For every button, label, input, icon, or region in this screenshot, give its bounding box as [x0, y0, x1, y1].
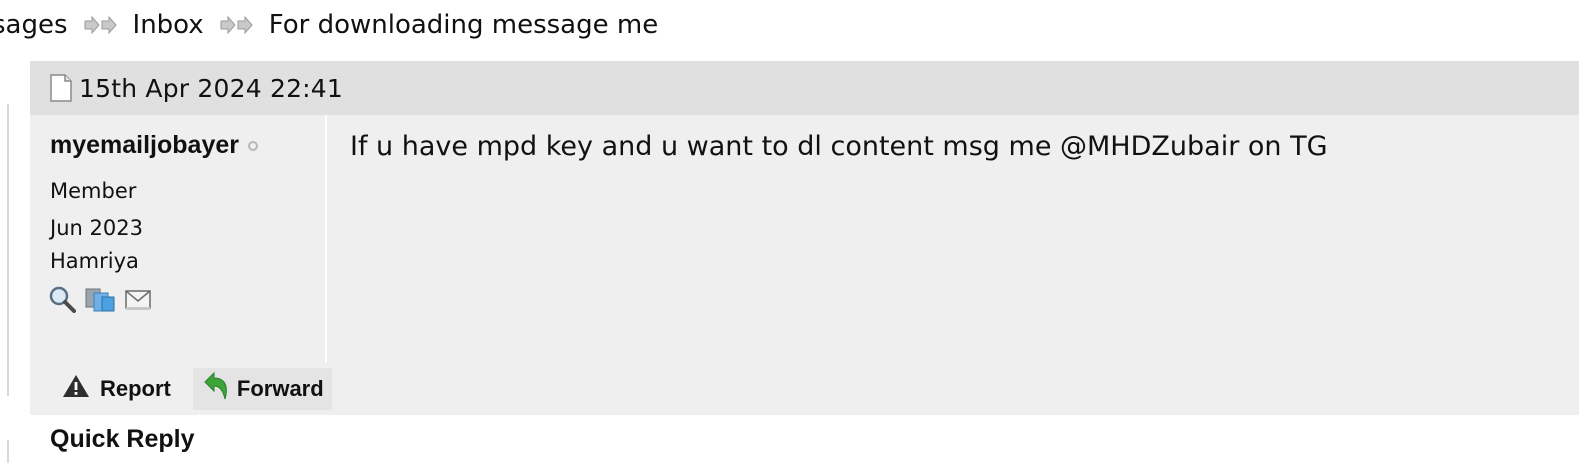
breadcrumb-item-current: For downloading message me: [268, 10, 659, 40]
user-location: Hamriya: [50, 249, 139, 273]
user-title: Member: [50, 179, 137, 203]
message-header: 15th Apr 2024 22:41: [30, 61, 1579, 115]
offline-status-icon: [248, 140, 258, 151]
message-actions: Report Forward: [30, 363, 332, 415]
user-action-icons: [48, 285, 152, 317]
quick-reply-heading: Quick Reply: [50, 425, 195, 453]
forward-button[interactable]: Forward: [192, 368, 332, 410]
user-info: myemailjobayer Member Jun 2023 Hamriya: [30, 115, 327, 363]
envelope-icon[interactable]: [124, 285, 152, 317]
users-icon[interactable]: [84, 285, 116, 317]
warning-icon: [62, 374, 90, 404]
report-button[interactable]: Report: [54, 368, 179, 410]
document-icon: [49, 74, 73, 102]
breadcrumb-item-inbox[interactable]: Inbox: [133, 10, 204, 40]
username-row: myemailjobayer: [50, 131, 258, 160]
forward-label: Forward: [236, 376, 324, 401]
breadcrumb-separator-icon: [220, 16, 253, 34]
sidebar-edge: [0, 104, 9, 396]
breadcrumb-separator-icon: [84, 16, 117, 34]
message-panel: 15th Apr 2024 22:41 myemailjobayer Membe…: [30, 61, 1579, 415]
username-link[interactable]: myemailjobayer: [50, 131, 239, 160]
breadcrumb: sages Inbox For downloading message me: [0, 6, 658, 44]
user-join-date: Jun 2023: [50, 216, 143, 240]
report-label: Report: [100, 376, 171, 401]
forward-arrow-icon: [201, 370, 233, 408]
message-body: If u have mpd key and u want to dl conte…: [350, 131, 1328, 162]
sidebar-edge: [0, 440, 9, 463]
message-date: 15th Apr 2024 22:41: [79, 73, 344, 103]
breadcrumb-item-messages[interactable]: sages: [0, 10, 68, 40]
search-icon[interactable]: [48, 285, 76, 317]
